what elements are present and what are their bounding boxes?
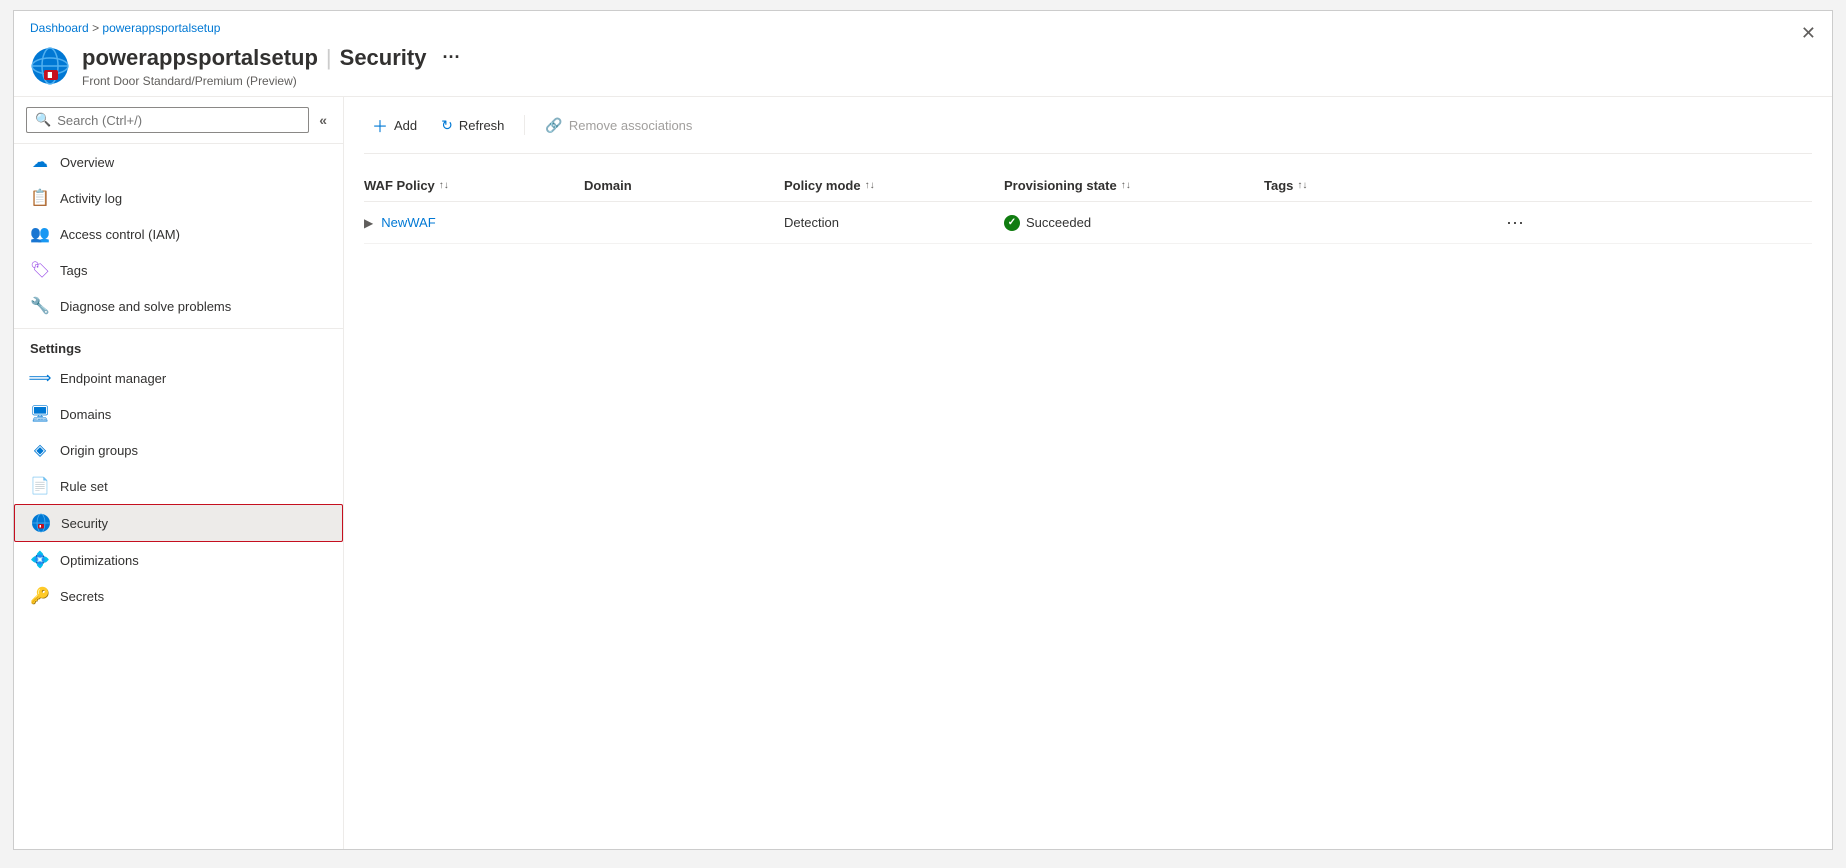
refresh-label: Refresh xyxy=(459,118,505,133)
content-area: ＋ Add ↻ Refresh 🔗 Remove associations WA… xyxy=(344,97,1832,849)
security-icon xyxy=(31,513,51,533)
origin-groups-icon: ◈ xyxy=(30,440,50,460)
refresh-button[interactable]: ↻ Refresh xyxy=(433,113,512,138)
nav-optimizations-label: Optimizations xyxy=(60,553,139,568)
col-provisioning-state[interactable]: Provisioning state ↑↓ xyxy=(1004,178,1264,193)
col-tags[interactable]: Tags ↑↓ xyxy=(1264,178,1464,193)
resource-name: powerappsportalsetup xyxy=(82,45,318,71)
title-group: powerappsportalsetup | Security ··· Fron… xyxy=(82,43,1816,88)
table-header: WAF Policy ↑↓ Domain Policy mode ↑↓ Prov… xyxy=(364,170,1812,202)
nav-activity-log-label: Activity log xyxy=(60,191,122,206)
nav-activity-log[interactable]: 📋 Activity log xyxy=(14,180,343,216)
waf-policy-link[interactable]: NewWAF xyxy=(381,215,435,230)
settings-section-label: Settings xyxy=(14,328,343,360)
nav-secrets[interactable]: 🔑 Secrets xyxy=(14,578,343,614)
col-domain-label: Domain xyxy=(584,178,632,193)
nav-diagnose[interactable]: 🔧 Diagnose and solve problems xyxy=(14,288,343,324)
optimizations-icon: 💠 xyxy=(30,550,50,570)
col-waf-policy[interactable]: WAF Policy ↑↓ xyxy=(364,178,584,193)
rule-set-icon: 📄 xyxy=(30,476,50,496)
breadcrumb: Dashboard > powerappsportalsetup xyxy=(14,11,1832,39)
collapse-button[interactable]: « xyxy=(315,110,331,130)
search-input[interactable] xyxy=(57,113,300,128)
diagnose-icon: 🔧 xyxy=(30,296,50,316)
row-waf-policy: ▶ NewWAF xyxy=(364,215,584,230)
col-actions xyxy=(1464,178,1524,193)
col-waf-policy-sort: ↑↓ xyxy=(439,180,449,191)
sidebar: 🔍 « ☁ Overview 📋 Activity log 👥 Access c… xyxy=(14,97,344,849)
row-more-button[interactable]: ··· xyxy=(1464,212,1524,233)
resource-title: powerappsportalsetup | Security ··· xyxy=(82,43,1816,72)
add-label: Add xyxy=(394,118,417,133)
add-icon: ＋ xyxy=(372,113,388,137)
section-name: Security xyxy=(340,45,427,71)
col-tags-label: Tags xyxy=(1264,178,1293,193)
col-policy-mode-sort: ↑↓ xyxy=(865,180,875,191)
secrets-icon: 🔑 xyxy=(30,586,50,606)
nav-rule-set[interactable]: 📄 Rule set xyxy=(14,468,343,504)
close-button[interactable]: ✕ xyxy=(1801,23,1816,44)
access-control-icon: 👥 xyxy=(30,224,50,244)
nav-access-control[interactable]: 👥 Access control (IAM) xyxy=(14,216,343,252)
toolbar-divider xyxy=(524,115,525,135)
nav-rule-set-label: Rule set xyxy=(60,479,108,494)
col-policy-mode[interactable]: Policy mode ↑↓ xyxy=(784,178,1004,193)
overview-icon: ☁ xyxy=(30,152,50,172)
nav-origin-groups-label: Origin groups xyxy=(60,443,138,458)
endpoint-manager-icon: ⟹ xyxy=(30,368,50,388)
col-tags-sort: ↑↓ xyxy=(1297,180,1307,191)
col-domain: Domain xyxy=(584,178,784,193)
search-area: 🔍 « xyxy=(14,97,343,144)
row-policy-mode: Detection xyxy=(784,215,1004,230)
nav-security[interactable]: Security xyxy=(14,504,343,542)
nav-overview[interactable]: ☁ Overview xyxy=(14,144,343,180)
table-row: ▶ NewWAF Detection Succeeded ··· xyxy=(364,202,1812,244)
nav-optimizations[interactable]: 💠 Optimizations xyxy=(14,542,343,578)
nav-overview-label: Overview xyxy=(60,155,114,170)
toolbar: ＋ Add ↻ Refresh 🔗 Remove associations xyxy=(364,109,1812,154)
row-expand-button[interactable]: ▶ xyxy=(364,216,373,230)
more-options-icon[interactable]: ··· xyxy=(434,43,468,72)
col-provisioning-state-label: Provisioning state xyxy=(1004,178,1117,193)
breadcrumb-resource[interactable]: powerappsportalsetup xyxy=(102,21,220,35)
main-layout: 🔍 « ☁ Overview 📋 Activity log 👥 Access c… xyxy=(14,97,1832,849)
activity-log-icon: 📋 xyxy=(30,188,50,208)
title-separator: | xyxy=(326,45,332,71)
main-container: Dashboard > powerappsportalsetup powerap… xyxy=(13,10,1833,850)
nav-tags-label: Tags xyxy=(60,263,87,278)
col-provisioning-state-sort: ↑↓ xyxy=(1121,180,1131,191)
row-provisioning-state: Succeeded xyxy=(1004,215,1264,231)
search-box[interactable]: 🔍 xyxy=(26,107,309,133)
nav-tags[interactable]: 🏷 Tags xyxy=(14,252,343,288)
tags-icon: 🏷 xyxy=(30,260,50,280)
remove-label: Remove associations xyxy=(569,118,693,133)
nav-origin-groups[interactable]: ◈ Origin groups xyxy=(14,432,343,468)
domains-icon: 🖥 xyxy=(30,404,50,424)
col-policy-mode-label: Policy mode xyxy=(784,178,861,193)
nav-domains[interactable]: 🖥 Domains xyxy=(14,396,343,432)
resource-icon xyxy=(30,46,70,86)
nav-endpoint-label: Endpoint manager xyxy=(60,371,166,386)
provisioning-state-value: Succeeded xyxy=(1026,215,1091,230)
nav-domains-label: Domains xyxy=(60,407,111,422)
nav-endpoint-manager[interactable]: ⟹ Endpoint manager xyxy=(14,360,343,396)
nav-secrets-label: Secrets xyxy=(60,589,104,604)
add-button[interactable]: ＋ Add xyxy=(364,109,425,141)
search-icon: 🔍 xyxy=(35,112,51,128)
resource-subtitle: Front Door Standard/Premium (Preview) xyxy=(82,74,1816,88)
remove-icon: 🔗 xyxy=(545,117,562,134)
nav-access-control-label: Access control (IAM) xyxy=(60,227,180,242)
page-header: powerappsportalsetup | Security ··· Fron… xyxy=(14,39,1832,97)
col-waf-policy-label: WAF Policy xyxy=(364,178,435,193)
refresh-icon: ↻ xyxy=(441,117,453,134)
success-icon xyxy=(1004,215,1020,231)
breadcrumb-dashboard[interactable]: Dashboard xyxy=(30,21,89,35)
nav-diagnose-label: Diagnose and solve problems xyxy=(60,299,231,314)
remove-associations-button[interactable]: 🔗 Remove associations xyxy=(537,113,700,138)
breadcrumb-separator: > xyxy=(92,21,102,35)
nav-security-label: Security xyxy=(61,516,108,531)
